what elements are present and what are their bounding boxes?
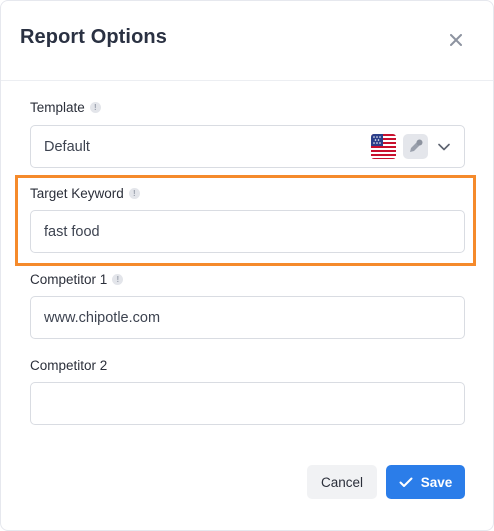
edit-icon (410, 139, 423, 152)
competitor-2-input[interactable] (30, 382, 465, 425)
close-icon (450, 34, 462, 46)
template-select[interactable]: Default (30, 125, 465, 168)
competitor-2-label: Competitor 2 (30, 358, 108, 373)
cancel-button[interactable]: Cancel (307, 465, 377, 499)
competitor-1-label-row: Competitor 1 ! (30, 272, 124, 287)
target-keyword-input[interactable]: fast food (30, 210, 465, 253)
save-button[interactable]: Save (386, 465, 465, 499)
dialog-header: Report Options (1, 1, 493, 81)
target-keyword-label-row: Target Keyword ! (30, 186, 140, 201)
template-label-row: Template ! (30, 100, 101, 115)
info-icon[interactable]: ! (128, 188, 140, 199)
template-value: Default (44, 138, 90, 155)
check-icon (399, 477, 413, 487)
template-label: Template (30, 100, 85, 115)
save-button-label: Save (420, 474, 453, 490)
dialog-title: Report Options (20, 26, 167, 48)
chevron-down-icon[interactable] (437, 140, 451, 154)
target-keyword-label: Target Keyword (30, 186, 124, 201)
competitor-2-label-row: Competitor 2 (30, 358, 107, 373)
close-button[interactable] (446, 30, 466, 50)
competitor-1-value: www.chipotle.com (44, 309, 161, 326)
info-icon[interactable]: ! (112, 274, 124, 285)
competitor-1-label: Competitor 1 (30, 272, 108, 287)
target-keyword-value: fast food (44, 223, 100, 240)
info-icon[interactable]: ! (89, 102, 101, 113)
template-actions (371, 126, 451, 167)
report-options-dialog: Report Options Template ! Default Target… (0, 0, 494, 531)
competitor-1-input[interactable]: www.chipotle.com (30, 296, 465, 339)
us-flag-icon[interactable] (371, 134, 396, 159)
edit-location-button[interactable] (403, 134, 428, 159)
